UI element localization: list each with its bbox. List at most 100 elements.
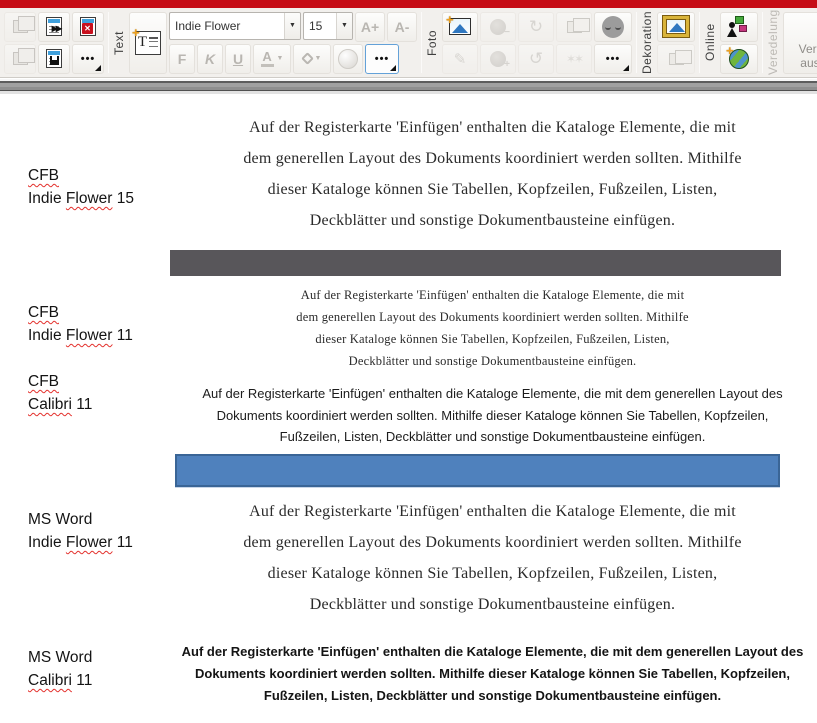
sample-text-cfb-calibri-11[interactable]: Auf der Registerkarte 'Einfügen' enthalt… [170,383,815,448]
panel-divider[interactable] [0,79,817,94]
misspelled-word: Flower [65,534,113,551]
label-word: Indie [28,327,66,344]
transparency-button[interactable] [333,43,363,74]
decoration-shapes-button[interactable] [657,43,695,74]
document-more-button[interactable]: ••• [72,43,104,74]
add-text-icon: T + [132,26,161,55]
more-dots-icon: ••• [80,52,96,65]
veredelung-select-button[interactable]: ◇ Veredelung auswählen [783,11,817,74]
group-divider [762,12,763,73]
text-line: Auf der Registerkarte 'Einfügen' enthalt… [181,644,804,659]
sample-text-cfb-indie-flower-15[interactable]: Auf der Registerkarte 'Einfügen' enthalt… [170,112,815,236]
titlebar-edge [0,0,817,8]
rotate-left-icon: ↺ [528,49,544,68]
more-dots-icon: ••• [605,52,621,65]
font-family-select[interactable]: Indie Flower ▼ [169,11,301,40]
share-button[interactable] [720,11,758,42]
image-pair-icon [566,17,590,33]
misspelled-word: Calibri [28,672,72,689]
corner-expander-icon [390,64,396,71]
document-delete-icon: ✕ [80,17,96,36]
zoom-out-person-button[interactable]: − [480,11,516,42]
sample-text-msword-calibri-11[interactable]: Auf der Registerkarte 'Einfügen' enthalt… [170,641,815,707]
online-content-button[interactable]: + [720,43,758,74]
sample-text-cfb-indie-flower-11[interactable]: Auf der Registerkarte 'Einfügen' enthalt… [170,284,815,372]
photo-effects-button[interactable]: ✶✶ [556,43,592,74]
misspelled-word: Flower [65,190,113,207]
overlapping-squares-icon [668,49,692,65]
app-window: ▶▶ ✕ ••• Text T + Indie Flower ▼ 15 ▼ A+… [0,0,817,723]
text-line: Fußzeilen, Listen, Deckblätter und sonst… [263,688,722,703]
decrease-font-button[interactable]: A- [387,11,417,42]
gray-divider-bar[interactable] [170,250,781,276]
foto-more-button[interactable]: ••• [594,43,632,74]
more-dots-icon: ••• [374,52,390,65]
text-more-button[interactable]: ••• [365,43,399,74]
magic-stars-icon: ✶✶ [565,51,584,66]
bold-button[interactable]: F [169,43,195,74]
veredelung-group-label: Veredelung [766,9,780,76]
group-divider [699,12,700,73]
veredelung-group: ◇ Veredelung auswählen [781,11,817,74]
smiley-button[interactable] [594,11,632,42]
smiley-icon [602,15,624,38]
group-divider [421,12,422,73]
misspelled-word: CFB [28,167,59,184]
foto-group-label: Foto [425,29,439,56]
rotate-right-icon: ↻ [528,17,544,36]
sample-text-msword-indie-flower-11[interactable]: Auf der Registerkarte 'Einfügen' enthalt… [170,496,815,620]
text-line: dem generellen Layout des Dokuments koor… [243,150,742,167]
text-line: Auf der Registerkarte 'Einfügen' enthalt… [249,119,736,136]
misspelled-word: Calibri [28,396,72,413]
text-line: Fußzeilen, Listen, Deckblätter und sonst… [279,429,706,444]
italic-button[interactable]: K [197,43,223,74]
copy-icon [12,16,35,33]
paste-object-button[interactable] [4,43,36,74]
zoom-in-person-button[interactable]: + [480,43,516,74]
label-word: Indie [28,534,66,551]
text-line: Dokuments koordiniert werden sollten. Mi… [216,407,769,423]
apply-to-all-pages-button[interactable]: ▶▶ [38,11,70,42]
sample-label-msword-calibri-11: MS Word Calibri 11 [28,646,92,692]
chevron-down-icon: ▼ [276,55,284,62]
framed-picture-icon [666,19,686,34]
share-icon [727,15,750,38]
delete-style-button[interactable]: ✕ [72,11,104,42]
font-color-icon: A [260,50,274,67]
group-divider [636,12,637,73]
document-play-icon: ▶▶ [46,17,62,36]
document-canvas: CFB Indie Flower 15 Auf der Registerkart… [0,94,817,723]
font-color-button[interactable]: A ▼ [253,43,291,74]
swap-images-button[interactable] [556,11,592,42]
chevron-down-icon[interactable]: ▼ [336,12,352,39]
text-line: dem generellen Layout des Dokuments koor… [243,534,742,551]
label-word: 15 [112,190,134,207]
ribbon-toolbar: ▶▶ ✕ ••• Text T + Indie Flower ▼ 15 ▼ A+… [0,8,817,78]
rotate-left-button[interactable]: ↺ [518,43,554,74]
paste-icon [12,48,35,65]
sample-label-msword-indie-flower-11: MS Word Indie Flower 11 [28,508,133,554]
label-word: 11 [112,534,133,551]
text-line: Deckblätter und sonstige Dokumentbaustei… [309,212,676,229]
rotate-right-button[interactable]: ↻ [518,11,554,42]
dekoration-group-label: Dekoration [640,10,654,75]
text-line: Dokuments koordiniert werden sollten. Mi… [195,666,790,681]
add-frame-button[interactable] [657,11,695,42]
globe-plus-icon: + [726,44,749,69]
add-text-button[interactable]: T + [129,11,167,74]
veredelung-button-label: Veredelung auswählen [798,41,817,70]
save-style-button[interactable] [38,43,70,74]
font-size-select[interactable]: 15 ▼ [303,11,353,40]
group-divider [108,12,109,73]
text-line: dem generellen Layout des Dokuments koor… [296,310,689,324]
label-word: MS Word [28,511,93,528]
blue-divider-bar[interactable] [175,454,780,487]
underline-button[interactable]: U [225,43,251,74]
copy-object-button[interactable] [4,11,36,42]
increase-font-button[interactable]: A+ [355,11,385,42]
fill-color-button[interactable]: ▼ [293,43,331,74]
add-photo-button[interactable]: + [442,11,478,42]
edit-photo-button[interactable]: ✎ [442,43,478,74]
pencil-icon: ✎ [453,50,467,68]
chevron-down-icon[interactable]: ▼ [284,12,300,39]
